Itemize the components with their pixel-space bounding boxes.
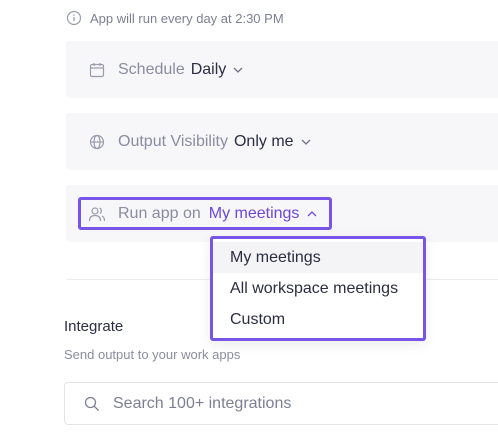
integrate-heading: Integrate: [64, 318, 124, 335]
info-icon: [66, 10, 82, 26]
schedule-card: Schedule Daily: [66, 41, 498, 98]
visibility-setting[interactable]: Output Visibility Only me: [88, 113, 311, 170]
chevron-down-icon[interactable]: [301, 139, 311, 145]
schedule-value[interactable]: Daily: [191, 61, 227, 79]
visibility-value[interactable]: Only me: [234, 133, 294, 151]
run-on-value[interactable]: My meetings: [209, 205, 300, 223]
calendar-icon: [88, 61, 106, 79]
run-on-label: Run app on: [118, 204, 201, 222]
run-on-dropdown: My meetings All workspace meetings Custo…: [210, 236, 426, 341]
integrate-subtitle: Send output to your work apps: [64, 347, 241, 362]
schedule-info-text: App will run every day at 2:30 PM: [90, 10, 284, 26]
dropdown-option-all-workspace-meetings[interactable]: All workspace meetings: [213, 273, 423, 304]
chevron-down-icon[interactable]: [233, 67, 243, 73]
chevron-up-icon[interactable]: [307, 210, 317, 217]
users-icon: [88, 205, 106, 223]
visibility-card: Output Visibility Only me: [66, 113, 498, 170]
integration-search-input[interactable]: [113, 394, 433, 413]
run-on-setting[interactable]: Run app on My meetings: [88, 197, 317, 230]
globe-icon: [88, 133, 106, 151]
schedule-info: App will run every day at 2:30 PM: [66, 10, 284, 26]
schedule-setting[interactable]: Schedule Daily: [88, 41, 243, 98]
dropdown-option-custom[interactable]: Custom: [213, 304, 423, 335]
integration-search[interactable]: [64, 382, 498, 425]
visibility-label: Output Visibility: [118, 132, 228, 150]
search-icon: [83, 395, 101, 413]
schedule-label: Schedule: [118, 60, 185, 78]
dropdown-option-my-meetings[interactable]: My meetings: [213, 242, 423, 273]
